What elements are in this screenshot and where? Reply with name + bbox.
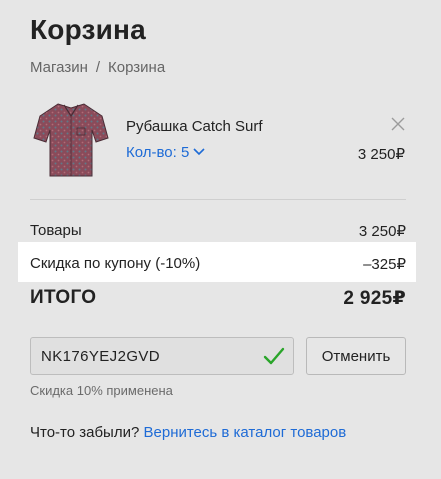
item-name[interactable]: Рубашка Catch Surf bbox=[126, 118, 263, 135]
cart-page: Корзина Магазин / Корзина Рубашка Catch Su… bbox=[0, 0, 441, 479]
goods-label: Товары bbox=[30, 222, 82, 239]
goods-value: 3 250₽ bbox=[358, 223, 406, 240]
total-value: 2 925₽ bbox=[343, 288, 406, 309]
coupon-status: Скидка 10% применена bbox=[30, 383, 173, 398]
coupon-field[interactable] bbox=[30, 337, 294, 375]
cancel-coupon-button[interactable]: Отменить bbox=[306, 337, 406, 375]
cart-item: Рубашка Catch Surf Кол-во: 5 3 250₽ bbox=[30, 92, 410, 184]
quantity-label: Кол-во: 5 bbox=[126, 144, 190, 161]
breadcrumb-current: Корзина bbox=[108, 59, 166, 76]
page-title: Корзина bbox=[30, 14, 146, 45]
chevron-down-icon bbox=[193, 148, 205, 156]
shirt-thumbnail[interactable] bbox=[30, 96, 112, 180]
divider bbox=[30, 199, 406, 200]
forgot-prompt: Что-то забыли? Вернитесь в каталог товар… bbox=[30, 424, 346, 441]
check-icon bbox=[263, 347, 285, 365]
breadcrumb-shop-link[interactable]: Магазин bbox=[30, 59, 88, 76]
coupon-input[interactable] bbox=[31, 338, 271, 374]
total-label: ИТОГО bbox=[30, 287, 97, 308]
coupon-discount-value: –325₽ bbox=[363, 256, 406, 273]
back-to-catalog-link[interactable]: Вернитесь в каталог товаров bbox=[144, 424, 347, 441]
item-price: 3 250₽ bbox=[357, 146, 405, 163]
coupon-discount-label: Скидка по купону (-10%) bbox=[30, 255, 201, 272]
remove-item-icon[interactable] bbox=[390, 116, 406, 132]
breadcrumb: Магазин / Корзина bbox=[30, 59, 165, 76]
quantity-dropdown[interactable]: Кол-во: 5 bbox=[126, 144, 205, 161]
breadcrumb-separator: / bbox=[95, 59, 101, 76]
forgot-text: Что-то забыли? bbox=[30, 424, 140, 441]
